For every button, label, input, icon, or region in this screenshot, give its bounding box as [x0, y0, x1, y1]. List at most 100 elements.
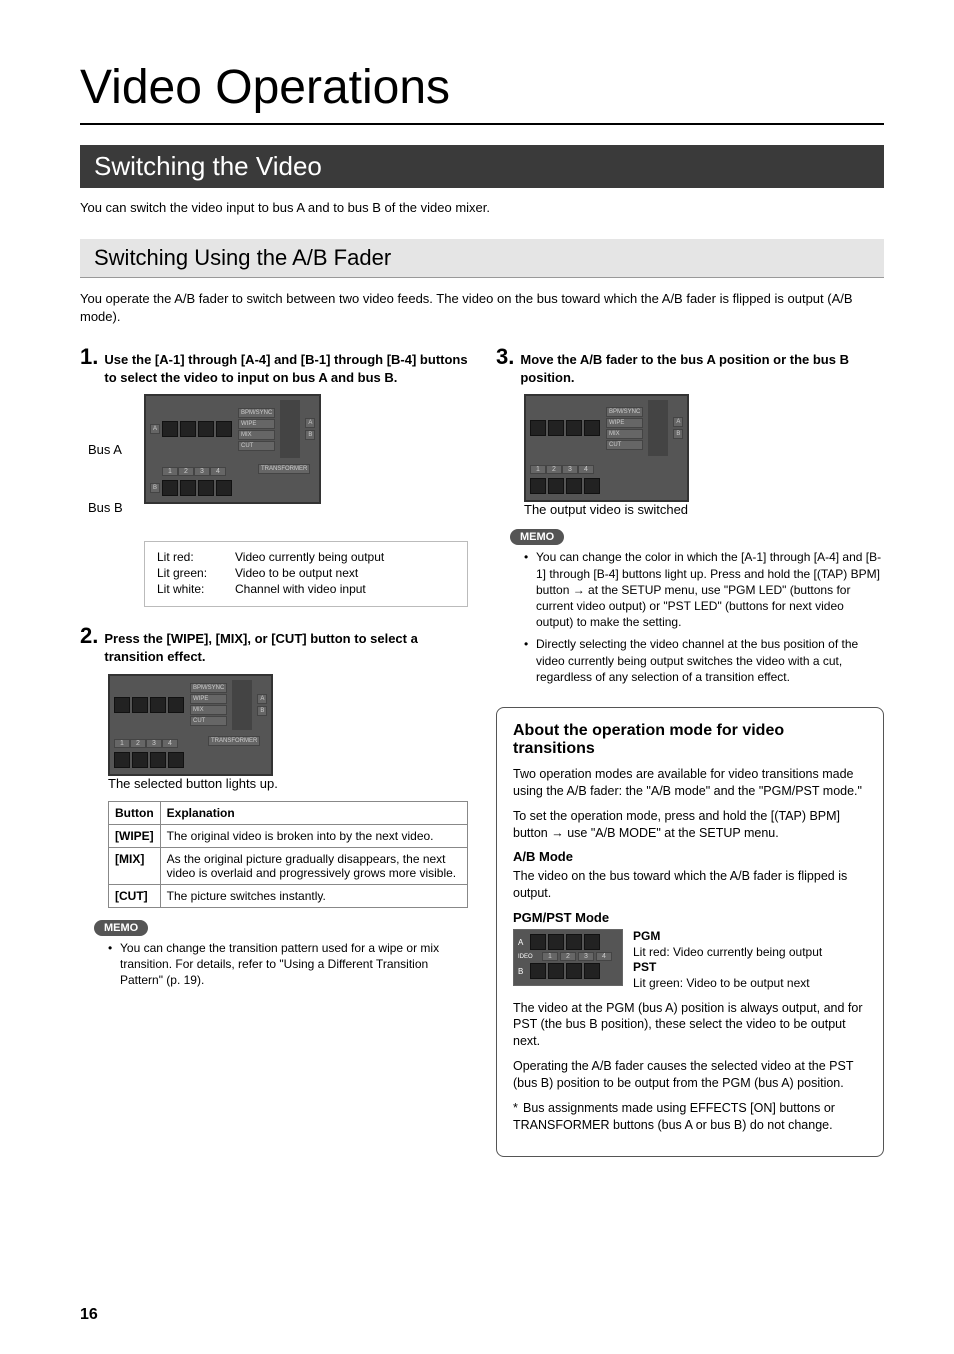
thumb-a-label: A: [518, 938, 528, 947]
panel-mix-label: MIX: [190, 705, 227, 715]
panel-button: [566, 934, 582, 950]
panel-button: [548, 420, 564, 436]
pst-label: PST: [633, 960, 656, 974]
right-column: 3. Move the A/B fader to the bus A posit…: [496, 344, 884, 1156]
td-expl: As the original picture gradually disapp…: [160, 847, 467, 884]
step-1-text: Use the [A-1] through [A-4] and [B-1] th…: [104, 351, 468, 386]
panel-button: [132, 752, 148, 768]
panel-fader: [280, 400, 300, 458]
panel-b-right: B: [305, 430, 315, 440]
pgm-desc: Lit red: Video currently being output: [633, 945, 822, 961]
step-3-caption: The output video is switched: [524, 502, 884, 517]
pgmpst-heading: PGM/PST Mode: [513, 910, 867, 925]
panel-num: 2: [546, 465, 562, 474]
panel-b-right: B: [257, 706, 267, 716]
panel-button: [548, 934, 564, 950]
step-2-text: Press the [WIPE], [MIX], or [CUT] button…: [104, 630, 468, 665]
panel-transformer-label: TRANSFORMER: [208, 736, 260, 746]
panel-button: [566, 963, 582, 979]
step-2: 2. Press the [WIPE], [MIX], or [CUT] but…: [80, 623, 468, 988]
pgmpst-diagram-row: A IDEO 1234 B PGM Lit red: Video current…: [513, 929, 867, 991]
page-title: Video Operations: [80, 60, 884, 115]
panel-a-right: A: [673, 417, 683, 427]
pgmpst-text-block: PGM Lit red: Video currently being outpu…: [633, 929, 822, 991]
panel-mix-label: MIX: [238, 430, 275, 440]
footnote-text: Bus assignments made using EFFECTS [ON] …: [513, 1101, 835, 1132]
info-footnote: *Bus assignments made using EFFECTS [ON]…: [513, 1100, 867, 1134]
panel-transformer-label: TRANSFORMER: [258, 464, 310, 474]
panel-button: [584, 963, 600, 979]
panel-b-right: B: [673, 429, 683, 439]
panel-num: 3: [194, 467, 210, 476]
led-legend-box: Lit red:Video currently being output Lit…: [144, 541, 468, 607]
step-2-number: 2.: [80, 623, 98, 649]
panel-num: 4: [210, 467, 226, 476]
pgmpst-thumb: A IDEO 1234 B: [513, 929, 623, 986]
panel-button: [114, 697, 130, 713]
lit-green-key: Lit green:: [157, 566, 225, 580]
panel-a-right: A: [257, 694, 267, 704]
panel-wipe-label: WIPE: [238, 419, 275, 429]
pgm-label: PGM: [633, 929, 660, 943]
bus-b-label: Bus B: [88, 500, 136, 515]
panel-button: [132, 697, 148, 713]
panel-button: [168, 752, 184, 768]
panel-num: 2: [560, 952, 576, 961]
table-row: [MIX] As the original picture gradually …: [109, 847, 468, 884]
panel-num: 1: [114, 739, 130, 748]
memo-list-right: You can change the color in which the [A…: [524, 549, 884, 685]
panel-a-right: A: [305, 418, 315, 428]
step-2-caption: The selected button lights up.: [108, 776, 468, 791]
panel-button: [584, 420, 600, 436]
panel-button: [548, 963, 564, 979]
panel-button: [150, 697, 166, 713]
lit-white-val: Channel with video input: [235, 582, 366, 596]
info-p2: To set the operation mode, press and hol…: [513, 808, 867, 842]
panel-num: 3: [562, 465, 578, 474]
panel-wipe-label: WIPE: [606, 418, 643, 428]
panel-cut-label: CUT: [606, 440, 643, 450]
step-3: 3. Move the A/B fader to the bus A posit…: [496, 344, 884, 685]
panel-button: [584, 478, 600, 494]
panel-button: [530, 478, 546, 494]
panel-num: 3: [578, 952, 594, 961]
panel-bpm-label: BPM/SYNC: [190, 683, 227, 693]
left-column: 1. Use the [A-1] through [A-4] and [B-1]…: [80, 344, 468, 1156]
memo-label-left: MEMO: [94, 920, 148, 936]
panel-num: 2: [130, 739, 146, 748]
panel-button: [198, 421, 214, 437]
pgmpst-p2: Operating the A/B fader causes the selec…: [513, 1058, 867, 1092]
step-3-text: Move the A/B fader to the bus A position…: [520, 351, 884, 386]
panel-diagram-step1: A BPM/SYNC WIPE MIX CUT A B: [144, 394, 321, 504]
panel-cut-label: CUT: [238, 441, 275, 451]
thumb-ideo-label: IDEO: [518, 954, 528, 960]
panel-fader: [232, 680, 252, 730]
panel-button: [216, 480, 232, 496]
lit-white-key: Lit white:: [157, 582, 225, 596]
ab-mode-text: The video on the bus toward which the A/…: [513, 868, 867, 902]
two-column-layout: 1. Use the [A-1] through [A-4] and [B-1]…: [80, 344, 884, 1156]
memo-list-left: You can change the transition pattern us…: [108, 940, 468, 989]
panel-button: [150, 752, 166, 768]
panel-num: 4: [578, 465, 594, 474]
pgmpst-p1: The video at the PGM (bus A) position is…: [513, 1000, 867, 1051]
step-3-number: 3.: [496, 344, 514, 370]
subsection-intro-text: You operate the A/B fader to switch betw…: [80, 290, 884, 326]
panel-num: 4: [596, 952, 612, 961]
title-rule: [80, 123, 884, 125]
memo-item: You can change the color in which the [A…: [524, 549, 884, 630]
step-1: 1. Use the [A-1] through [A-4] and [B-1]…: [80, 344, 468, 607]
panel-button: [566, 420, 582, 436]
panel-mix-label: MIX: [606, 429, 643, 439]
panel-button: [216, 421, 232, 437]
bus-a-label: Bus A: [88, 442, 136, 457]
table-row: [WIPE] The original video is broken into…: [109, 824, 468, 847]
memo-item: Directly selecting the video channel at …: [524, 636, 884, 685]
panel-fader: [648, 400, 668, 456]
panel-num: 1: [542, 952, 558, 961]
section-intro-text: You can switch the video input to bus A …: [80, 200, 884, 215]
subsection-heading: Switching Using the A/B Fader: [80, 239, 884, 278]
panel-button: [180, 480, 196, 496]
lit-red-key: Lit red:: [157, 550, 225, 564]
panel-diagram-step2: BPM/SYNC WIPE MIX CUT A B 123: [108, 674, 273, 776]
